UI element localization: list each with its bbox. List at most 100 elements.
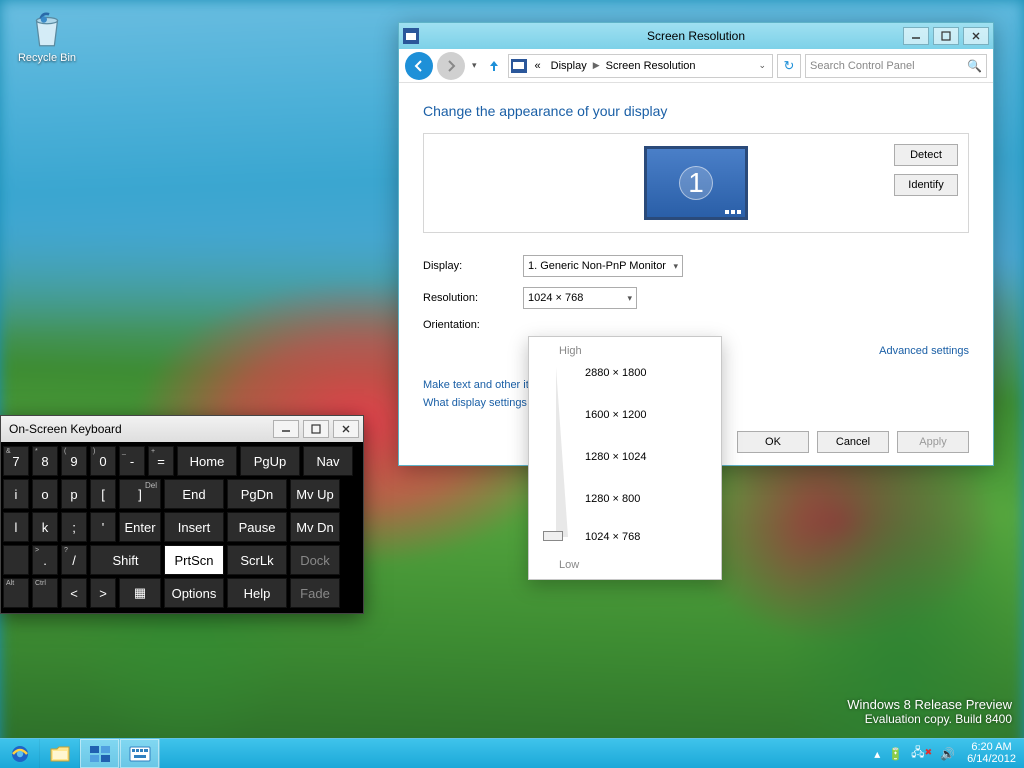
taskbar-explorer[interactable] (40, 739, 80, 768)
key-end[interactable]: End (164, 479, 224, 509)
key-help[interactable]: Help (227, 578, 287, 608)
key-fade[interactable]: Fade (290, 578, 340, 608)
forward-button[interactable] (437, 52, 465, 80)
key-k[interactable]: k (32, 512, 58, 542)
key-0[interactable]: 0) (90, 446, 116, 476)
ok-button[interactable]: OK (737, 431, 809, 453)
res-option-1[interactable]: 1600 × 1200 (585, 409, 646, 421)
titlebar[interactable]: Screen Resolution (399, 23, 993, 49)
res-option-2[interactable]: 1280 × 1024 (585, 451, 646, 463)
key-[interactable]: > (90, 578, 116, 608)
watermark: Windows 8 Release Preview Evaluation cop… (847, 697, 1012, 726)
key-7[interactable]: 7& (3, 446, 29, 476)
taskbar-clock[interactable]: 6:20 AM 6/14/2012 (959, 739, 1024, 768)
cancel-button[interactable]: Cancel (817, 431, 889, 453)
taskbar-control-panel[interactable] (80, 739, 120, 768)
key-[interactable]: Alt (3, 578, 29, 608)
low-label: Low (559, 559, 579, 571)
taskbar: ▴ 🔋 🖧✖ 🔊 6:20 AM 6/14/2012 (0, 738, 1024, 768)
resolution-select[interactable]: 1024 × 768 (523, 287, 637, 309)
key-[interactable]: ; (61, 512, 87, 542)
volume-icon[interactable]: 🔊 (938, 747, 957, 761)
system-tray[interactable]: ▴ 🔋 🖧✖ 🔊 (870, 739, 959, 768)
tray-chevron-icon[interactable]: ▴ (872, 747, 882, 761)
key-[interactable]: ' (90, 512, 116, 542)
maximize-button[interactable] (933, 27, 959, 45)
breadcrumb-screenres[interactable]: Screen Resolution (602, 60, 700, 72)
battery-icon[interactable]: 🔋 (886, 747, 905, 761)
network-icon[interactable]: 🖧✖ (909, 743, 934, 764)
key-[interactable] (3, 545, 29, 575)
breadcrumb-root-icon (511, 59, 527, 73)
osk-titlebar[interactable]: On-Screen Keyboard (1, 416, 363, 442)
search-icon: 🔍 (967, 59, 982, 73)
key-nav[interactable]: Nav (303, 446, 353, 476)
history-dropdown[interactable]: ▾ (469, 60, 480, 71)
page-heading: Change the appearance of your display (423, 103, 969, 119)
breadcrumb-dropdown[interactable]: ⌄ (754, 60, 770, 71)
orientation-label: Orientation: (423, 319, 523, 331)
key-8[interactable]: 8* (32, 446, 58, 476)
key-dock[interactable]: Dock (290, 545, 340, 575)
display-preview: 1 Detect Identify (423, 133, 969, 233)
recycle-bin-label: Recycle Bin (12, 52, 82, 64)
key-[interactable]: ▦ (119, 578, 161, 608)
control-panel-icon (403, 28, 419, 44)
res-option-0[interactable]: 2880 × 1800 (585, 367, 646, 379)
detect-button[interactable]: Detect (894, 144, 958, 166)
identify-button[interactable]: Identify (894, 174, 958, 196)
breadcrumb[interactable]: « Display ▶ Screen Resolution ⌄ (508, 54, 773, 78)
taskbar-ie[interactable] (0, 739, 40, 768)
key-p[interactable]: p (61, 479, 87, 509)
back-button[interactable] (405, 52, 433, 80)
advanced-settings-link[interactable]: Advanced settings (879, 345, 969, 357)
key-o[interactable]: o (32, 479, 58, 509)
key-mvup[interactable]: Mv Up (290, 479, 340, 509)
minimize-button[interactable] (903, 27, 929, 45)
on-screen-keyboard: On-Screen Keyboard 7&8*9(0)-_=+HomePgUpN… (0, 415, 364, 614)
key-prtscn[interactable]: PrtScn (164, 545, 224, 575)
key-scrlk[interactable]: ScrLk (227, 545, 287, 575)
taskbar-osk[interactable] (120, 739, 160, 768)
key-[interactable]: /? (61, 545, 87, 575)
apply-button[interactable]: Apply (897, 431, 969, 453)
res-option-3[interactable]: 1280 × 800 (585, 493, 640, 505)
key-[interactable]: =+ (148, 446, 174, 476)
key-enter[interactable]: Enter (119, 512, 161, 542)
key-l[interactable]: l (3, 512, 29, 542)
key-home[interactable]: Home (177, 446, 237, 476)
key-[interactable]: Ctrl (32, 578, 58, 608)
recycle-bin[interactable]: Recycle Bin (12, 8, 82, 64)
refresh-button[interactable]: ↻ (777, 54, 801, 78)
key-pgup[interactable]: PgUp (240, 446, 300, 476)
key-insert[interactable]: Insert (164, 512, 224, 542)
high-label: High (559, 345, 709, 357)
resolution-dropdown-popup: High 2880 × 1800 1600 × 1200 1280 × 1024… (528, 336, 722, 580)
key-pgdn[interactable]: PgDn (227, 479, 287, 509)
key-options[interactable]: Options (164, 578, 224, 608)
key-[interactable]: ]Del (119, 479, 161, 509)
res-option-4[interactable]: 1024 × 768 (585, 531, 640, 543)
key-[interactable]: .> (32, 545, 58, 575)
resolution-slider-thumb[interactable] (543, 531, 563, 541)
key-9[interactable]: 9( (61, 446, 87, 476)
osk-close-button[interactable] (333, 420, 359, 438)
key-shift[interactable]: Shift (90, 545, 161, 575)
resolution-slider-track[interactable] (553, 367, 571, 541)
key-[interactable]: [ (90, 479, 116, 509)
key-[interactable]: -_ (119, 446, 145, 476)
osk-maximize-button[interactable] (303, 420, 329, 438)
breadcrumb-display[interactable]: Display (547, 60, 591, 72)
key-[interactable]: < (61, 578, 87, 608)
resolution-label: Resolution: (423, 292, 523, 304)
close-button[interactable] (963, 27, 989, 45)
osk-body: 7&8*9(0)-_=+HomePgUpNav iop[]DelEndPgDnM… (1, 442, 363, 613)
key-pause[interactable]: Pause (227, 512, 287, 542)
key-mvdn[interactable]: Mv Dn (290, 512, 340, 542)
key-i[interactable]: i (3, 479, 29, 509)
monitor-1[interactable]: 1 (644, 146, 748, 220)
display-select[interactable]: 1. Generic Non-PnP Monitor (523, 255, 683, 277)
up-button[interactable] (484, 56, 504, 76)
search-input[interactable]: Search Control Panel 🔍 (805, 54, 987, 78)
osk-minimize-button[interactable] (273, 420, 299, 438)
